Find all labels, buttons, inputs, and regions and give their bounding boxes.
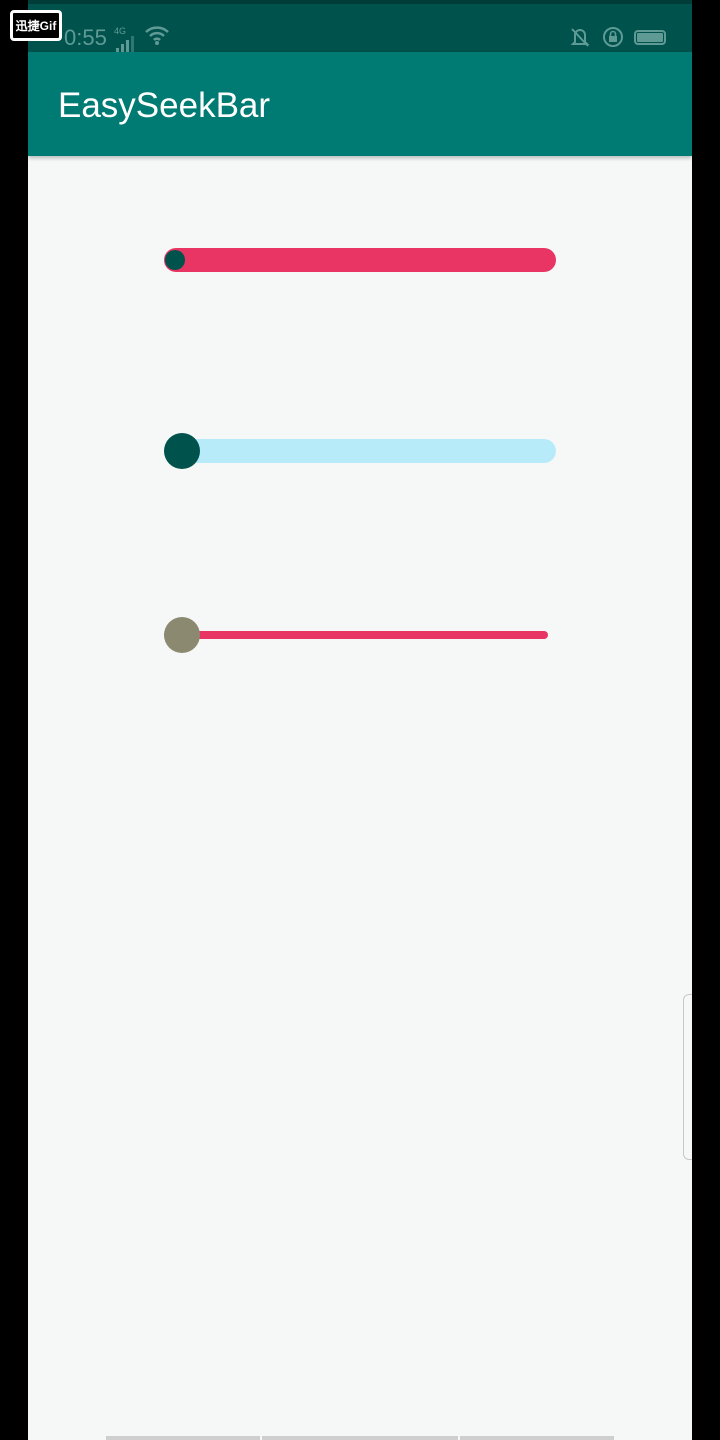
status-time: 0:55 [64,25,107,50]
nav-indicator [262,1436,458,1440]
seekbar-thumb[interactable] [164,617,200,653]
gif-recorder-watermark: 迅捷Gif [10,10,62,41]
app-title: EasySeekBar [58,86,271,125]
seekbar-thumb[interactable] [164,433,200,469]
network-type: 4G [114,26,127,36]
nav-indicator [106,1436,260,1440]
seekbar-track[interactable] [164,439,556,463]
screen: 0:55 4G EasySeekBar [28,0,692,1440]
battery-icon [634,29,666,45]
wifi-icon [145,26,169,45]
signal-icon [116,36,134,52]
seekbar-track[interactable] [164,631,548,639]
app-bar: EasySeekBar [28,52,692,156]
nav-indicator [460,1436,614,1440]
status-bar: 0:55 4G [28,0,692,52]
rotation-lock-icon [603,27,623,47]
vibrate-icon [570,28,590,47]
seekbar-thumb[interactable] [165,250,185,270]
seekbar-track[interactable] [164,248,556,272]
edge-panel-handle[interactable] [683,994,692,1160]
